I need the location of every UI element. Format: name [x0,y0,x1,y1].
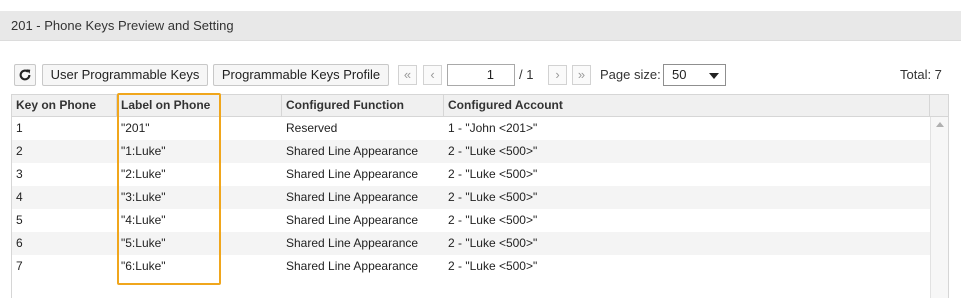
key-cell: 7 [16,259,23,273]
page-size-label: Page size: [600,67,661,82]
key-cell: 1 [16,121,23,135]
function-cell: Shared Line Appearance [286,259,419,273]
scroll-up-icon[interactable] [936,122,944,127]
function-cell: Shared Line Appearance [286,167,419,181]
double-chevron-right-icon: » [577,67,586,82]
user-programmable-keys-button[interactable]: User Programmable Keys [42,64,208,86]
function-cell: Shared Line Appearance [286,236,419,250]
account-cell: 2 - "Luke <500>" [448,213,538,227]
key-cell: 3 [16,167,23,181]
function-cell: Shared Line Appearance [286,213,419,227]
key-cell: 4 [16,190,23,204]
chevron-right-icon: › [555,67,560,82]
page-size-value: 50 [672,67,687,82]
first-page-button[interactable]: « [398,65,417,85]
account-cell: 1 - "John <201>" [448,121,538,135]
account-cell: 2 - "Luke <500>" [448,236,538,250]
account-cell: 2 - "Luke <500>" [448,144,538,158]
account-cell: 2 - "Luke <500>" [448,190,538,204]
next-page-button[interactable]: › [548,65,567,85]
refresh-icon [19,69,31,81]
key-cell: 6 [16,236,23,250]
column-header-account[interactable]: Configured Account [444,95,930,116]
table-scrollbar[interactable] [930,117,948,298]
panel-title: 201 - Phone Keys Preview and Setting [11,18,234,33]
double-chevron-left-icon: « [403,67,412,82]
label-column-highlight [117,93,221,285]
total-count: Total: 7 [900,67,942,82]
function-cell: Shared Line Appearance [286,144,419,158]
page-number-input[interactable]: 1 [447,64,515,86]
function-cell: Reserved [286,121,338,135]
column-header-function[interactable]: Configured Function [282,95,444,116]
key-cell: 5 [16,213,23,227]
last-page-button[interactable]: » [572,65,591,85]
panel-title-bar: 201 - Phone Keys Preview and Setting [0,11,961,41]
caret-down-icon [709,73,719,79]
prev-page-button[interactable]: ‹ [423,65,442,85]
page-count: / 1 [519,67,534,82]
account-cell: 2 - "Luke <500>" [448,167,538,181]
chevron-left-icon: ‹ [430,67,435,82]
programmable-keys-profile-button[interactable]: Programmable Keys Profile [213,64,389,86]
function-cell: Shared Line Appearance [286,190,419,204]
account-cell: 2 - "Luke <500>" [448,259,538,273]
refresh-button[interactable] [14,64,36,86]
key-cell: 2 [16,144,23,158]
page-size-select[interactable]: 50 [663,64,726,86]
column-header-key[interactable]: Key on Phone [12,95,117,116]
toolbar: User Programmable Keys Programmable Keys… [0,63,961,87]
